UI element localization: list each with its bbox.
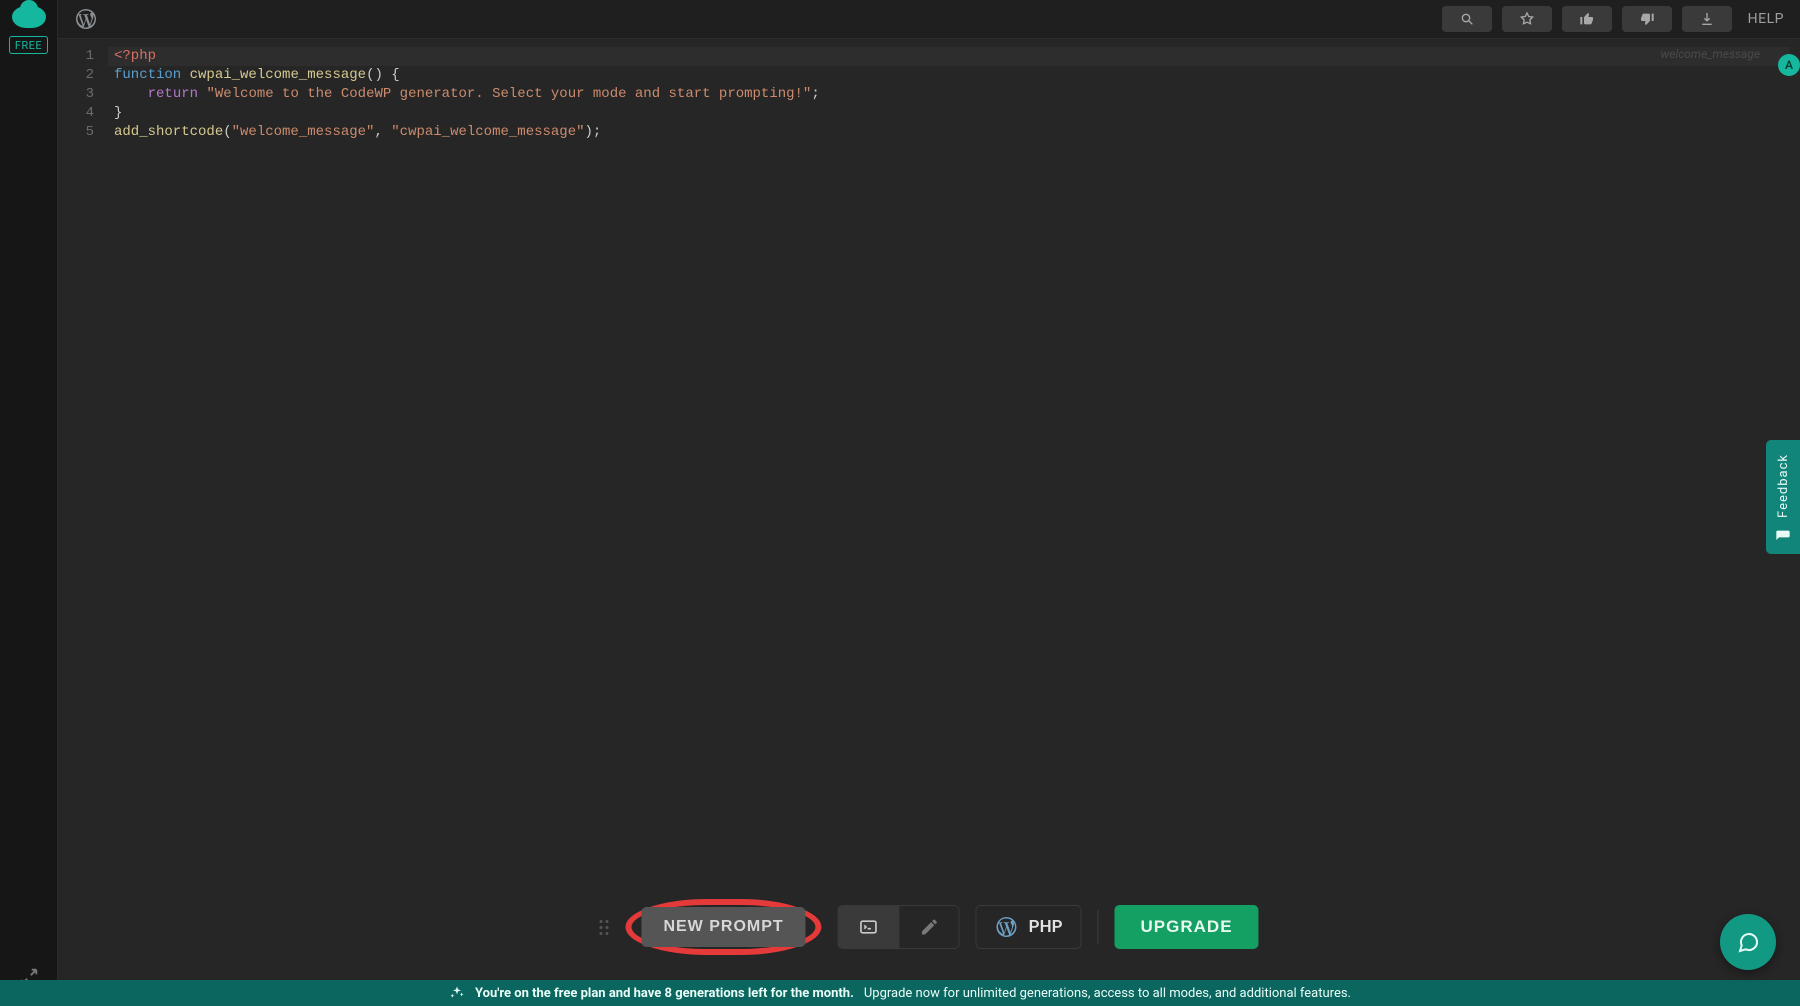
top-actions: HELP <box>1442 6 1790 32</box>
app-root: FREE <box>0 0 1800 1006</box>
sparkle-icon <box>449 985 465 1001</box>
code-content[interactable]: <?php function cwpai_welcome_message() {… <box>108 39 1800 142</box>
line-gutter: 1 2 3 4 5 <box>58 39 108 1006</box>
brand-logo[interactable] <box>12 6 46 28</box>
chat-icon <box>1736 930 1760 954</box>
thumbs-up-button[interactable] <box>1562 6 1612 32</box>
wordpress-icon[interactable] <box>74 7 98 31</box>
upgrade-button[interactable]: UPGRADE <box>1115 905 1259 949</box>
new-prompt-button[interactable]: NEW PROMPT <box>641 907 805 947</box>
editor[interactable]: 1 2 3 4 5 welcome_message <?php function… <box>58 39 1800 1006</box>
main-column: HELP 1 2 3 4 5 welcome_message <?php fun… <box>58 0 1800 1006</box>
line-number: 4 <box>58 104 108 123</box>
drag-handle-icon[interactable] <box>599 920 609 935</box>
code-panel[interactable]: welcome_message <?php function cwpai_wel… <box>108 39 1800 1006</box>
language-label: PHP <box>1029 917 1063 937</box>
chat-launcher[interactable] <box>1720 914 1776 970</box>
feedback-tab[interactable]: Feedback <box>1766 440 1800 554</box>
mode-toggle <box>838 905 960 949</box>
banner-bold-text: You're on the free plan and have 8 gener… <box>475 986 854 1001</box>
annotation-highlight: NEW PROMPT <box>625 899 821 955</box>
top-bar: HELP <box>58 0 1800 39</box>
language-selector[interactable]: PHP <box>976 905 1082 949</box>
feedback-label: Feedback <box>1776 454 1791 518</box>
download-button[interactable] <box>1682 6 1732 32</box>
edit-mode-button[interactable] <box>899 906 959 948</box>
thumbs-down-button[interactable] <box>1622 6 1672 32</box>
line-number: 2 <box>58 66 108 85</box>
feedback-icon <box>1775 528 1791 544</box>
plan-badge: FREE <box>9 36 48 54</box>
plan-banner: You're on the free plan and have 8 gener… <box>0 980 1800 1006</box>
line-number: 3 <box>58 85 108 104</box>
separator <box>1098 910 1099 944</box>
help-link[interactable]: HELP <box>1742 11 1790 27</box>
code-mode-button[interactable] <box>839 906 899 948</box>
search-button[interactable] <box>1442 6 1492 32</box>
line-number: 5 <box>58 123 108 142</box>
bottom-toolbar: NEW PROMPT PHP UPGRADE <box>591 893 1266 961</box>
star-button[interactable] <box>1502 6 1552 32</box>
line-number: 1 <box>58 47 108 66</box>
banner-upgrade-link[interactable]: Upgrade now for unlimited generations, a… <box>864 986 1351 1001</box>
left-rail: FREE <box>0 0 58 1006</box>
